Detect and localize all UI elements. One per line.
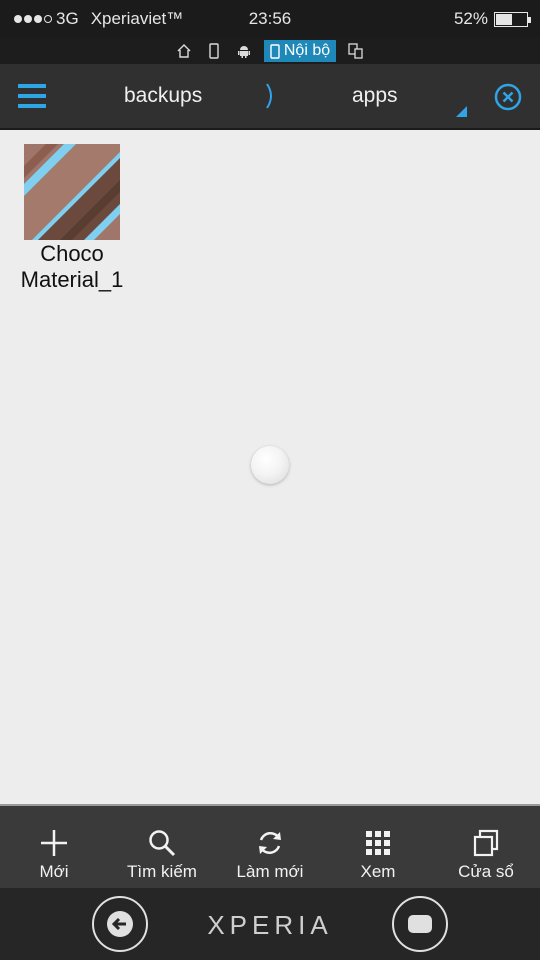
windows-button[interactable]: Cửa sổ: [432, 806, 540, 890]
file-name-line-1: Choco: [40, 241, 104, 266]
android-icon[interactable]: [234, 41, 254, 61]
breadcrumb-separator-icon: [264, 82, 276, 115]
plus-icon: [41, 830, 67, 856]
file-list: Choco Material_1: [0, 130, 540, 804]
refresh-button[interactable]: Làm mới: [216, 806, 324, 890]
search-icon: [149, 830, 176, 857]
bottom-action-bar: Mới Tìm kiếm Làm mới Xem Cửa sổ: [0, 804, 540, 888]
home-icon[interactable]: [174, 41, 194, 61]
refresh-icon: [259, 831, 281, 855]
view-label: Xem: [360, 862, 396, 881]
search-label: Tìm kiếm: [127, 862, 197, 881]
windows-label: Cửa sổ: [458, 862, 514, 881]
close-icon[interactable]: [494, 83, 522, 111]
home-button[interactable]: [392, 896, 448, 952]
menu-icon[interactable]: [18, 84, 46, 108]
internal-storage-tab[interactable]: Nội bộ: [263, 40, 337, 62]
new-label: Mới: [39, 862, 69, 881]
choco-material-app-icon: [24, 144, 120, 240]
view-button[interactable]: Xem: [324, 806, 432, 890]
storage-transfer-icon[interactable]: [346, 41, 366, 61]
battery-percent: 52%: [453, 9, 488, 28]
grid-view-icon: [366, 831, 390, 855]
phone-icon[interactable]: [204, 41, 224, 61]
status-bar: 3G Xperiaviet™ 23:56 52%: [0, 0, 540, 38]
storage-selector: Nội bộ: [0, 38, 540, 64]
battery-icon: [494, 11, 531, 27]
internal-storage-label: Nội bộ: [283, 42, 331, 59]
battery-area: 52%: [453, 9, 531, 29]
home-square-icon: [408, 915, 432, 933]
file-item-choco-material[interactable]: Choco Material_1: [14, 144, 130, 292]
windows-icon: [473, 829, 499, 857]
path-toolbar: backups apps: [0, 64, 540, 130]
breadcrumb-apps[interactable]: apps: [352, 84, 398, 108]
path-dropdown-icon[interactable]: [456, 106, 467, 117]
breadcrumb-backups[interactable]: backups: [124, 84, 202, 108]
loading-spinner-icon: [251, 446, 289, 484]
new-button[interactable]: Mới: [0, 806, 108, 890]
internal-storage-icon: [270, 43, 280, 59]
file-name-line-2: Material_1: [20, 267, 124, 292]
brand-logo: XPERIA: [207, 910, 333, 940]
search-button[interactable]: Tìm kiếm: [108, 806, 216, 890]
navigation-bar: XPERIA: [0, 888, 540, 960]
refresh-label: Làm mới: [236, 862, 304, 881]
